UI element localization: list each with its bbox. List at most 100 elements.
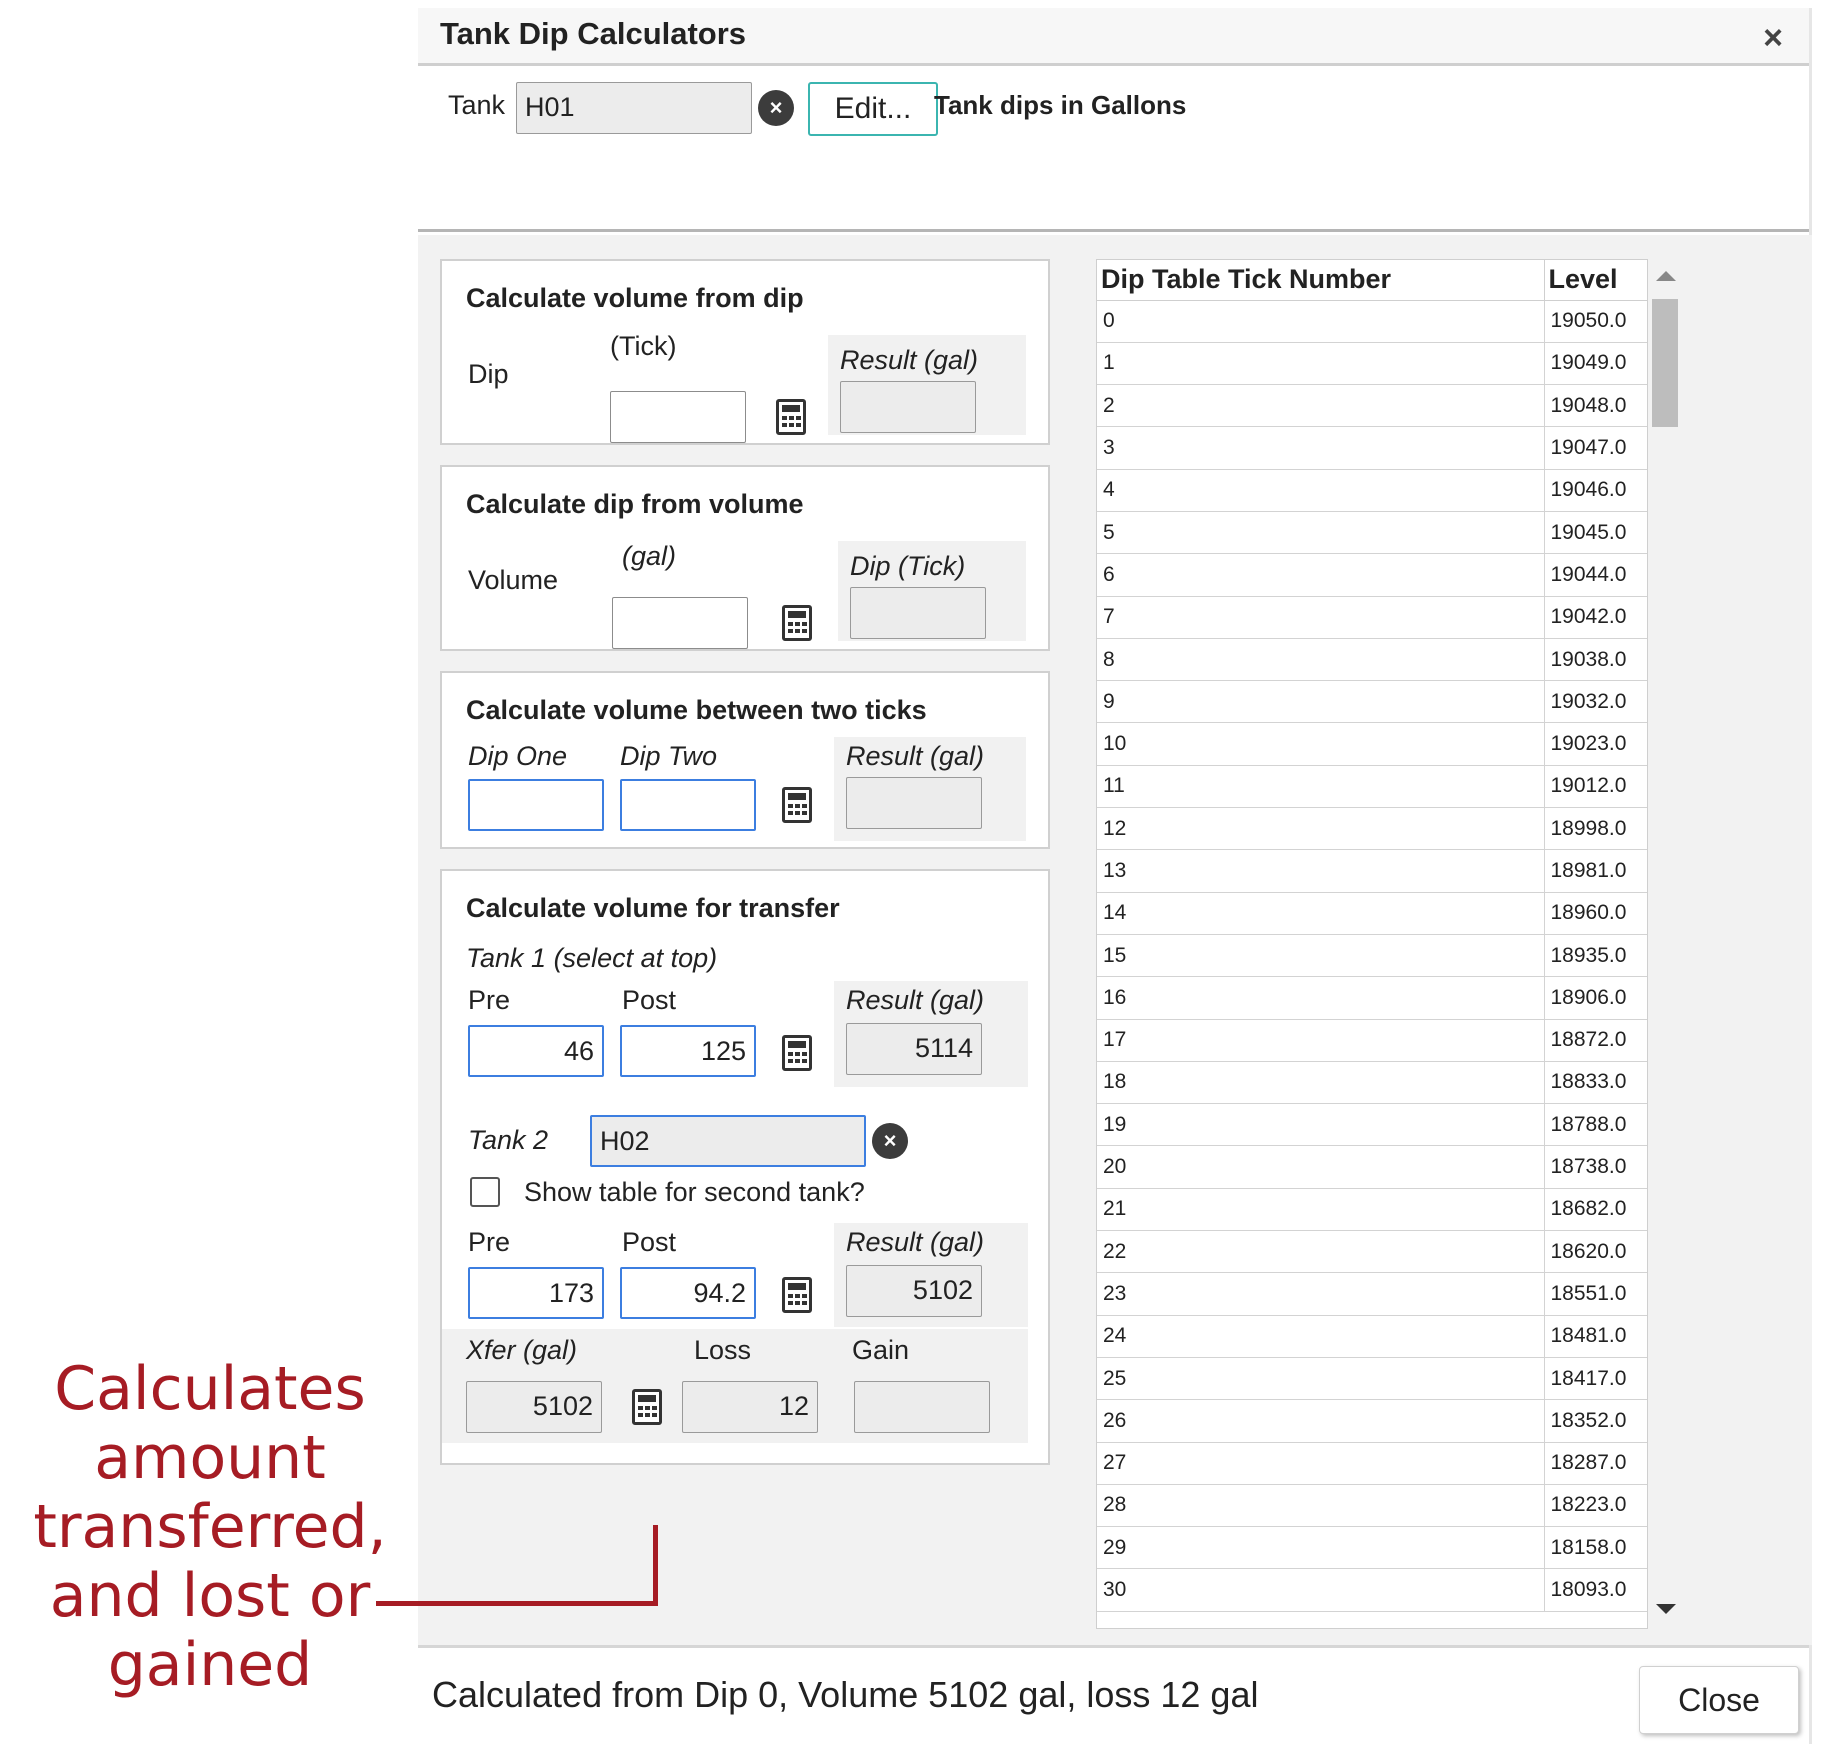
level-cell: 18788.0 — [1544, 1103, 1647, 1147]
tank2-pre-input[interactable]: 173 — [468, 1267, 604, 1319]
close-icon[interactable]: × — [1753, 18, 1793, 58]
tick-number-cell: 23 — [1097, 1272, 1545, 1316]
table-row[interactable]: 26 18352.0 — [1097, 1399, 1647, 1443]
table-row[interactable]: 28 18223.0 — [1097, 1484, 1647, 1528]
table-row[interactable]: 30 18093.0 — [1097, 1568, 1647, 1612]
dip-two-input[interactable] — [620, 779, 756, 831]
show-second-table-checkbox[interactable] — [470, 1177, 500, 1207]
table-row[interactable]: 23 18551.0 — [1097, 1272, 1647, 1316]
calculators-pane: Calculate volume from dip Dip (Tick) Res… — [418, 235, 1072, 1645]
tick-number-cell: 21 — [1097, 1188, 1545, 1232]
dip-label: Dip — [468, 359, 509, 389]
result-area: Dip (Tick) — [838, 541, 1026, 641]
calculator-icon[interactable] — [776, 399, 806, 435]
annotation-line: Calculates — [54, 1354, 366, 1424]
table-row[interactable]: 24 18481.0 — [1097, 1315, 1647, 1358]
tank1-post-input[interactable]: 125 — [620, 1025, 756, 1077]
table-row[interactable]: 27 18287.0 — [1097, 1442, 1647, 1485]
table-row[interactable]: 7 19042.0 — [1097, 596, 1647, 639]
close-button[interactable]: Close — [1639, 1666, 1799, 1734]
table-row[interactable]: 2 19048.0 — [1097, 384, 1647, 428]
table-row[interactable]: 5 19045.0 — [1097, 511, 1647, 555]
calculator-icon[interactable] — [782, 1035, 812, 1071]
level-cell: 19012.0 — [1544, 765, 1647, 809]
level-cell: 18960.0 — [1544, 892, 1647, 935]
volume-input[interactable] — [612, 597, 748, 649]
table-row[interactable]: 11 19012.0 — [1097, 765, 1647, 809]
table-row[interactable]: 3 19047.0 — [1097, 426, 1647, 470]
tank1-pre-input[interactable]: 46 — [468, 1025, 604, 1077]
table-row[interactable]: 17 18872.0 — [1097, 1019, 1647, 1062]
tick-number-cell: 14 — [1097, 892, 1545, 935]
scroll-down-arrow-icon[interactable] — [1656, 1604, 1676, 1614]
calculator-icon[interactable] — [782, 605, 812, 641]
table-row[interactable]: 10 19023.0 — [1097, 722, 1647, 766]
table-row[interactable]: 6 19044.0 — [1097, 553, 1647, 597]
calculator-icon[interactable] — [782, 787, 812, 823]
table-row[interactable]: 13 18981.0 — [1097, 849, 1647, 893]
column-header-level[interactable]: Level — [1544, 260, 1647, 301]
tick-number-cell: 11 — [1097, 765, 1545, 809]
calculator-icon[interactable] — [782, 1277, 812, 1313]
clear-tank2-icon[interactable]: × — [872, 1123, 908, 1159]
table-row[interactable]: 9 19032.0 — [1097, 680, 1647, 724]
tick-number-cell: 13 — [1097, 849, 1545, 893]
table-row[interactable]: 8 19038.0 — [1097, 638, 1647, 682]
dip-input[interactable] — [610, 391, 746, 443]
table-row[interactable]: 1 19049.0 — [1097, 342, 1647, 386]
calculator-icon[interactable] — [632, 1389, 662, 1425]
tank2-label: Tank 2 — [468, 1125, 549, 1155]
dip-table-container: Dip Table Tick Number Level 0 19050.0 1 190… — [1096, 259, 1648, 1629]
tank2-input[interactable]: H02 — [590, 1115, 866, 1167]
table-row[interactable]: 15 18935.0 — [1097, 934, 1647, 978]
level-cell: 18481.0 — [1544, 1315, 1647, 1358]
level-cell: 19048.0 — [1544, 384, 1647, 428]
table-row[interactable]: 0 19050.0 — [1097, 300, 1647, 343]
tank-input[interactable]: H01 — [516, 82, 752, 134]
annotation-callout-text: Calculates amount transferred, and lost … — [20, 1355, 400, 1700]
units-note: Tank dips in Gallons — [934, 90, 1187, 120]
level-cell: 19047.0 — [1544, 426, 1647, 470]
table-row[interactable]: 22 18620.0 — [1097, 1230, 1647, 1274]
tank-label: Tank — [448, 90, 506, 120]
tank2-result-output: 5102 — [846, 1265, 982, 1317]
tank1-label: Tank 1 (select at top) — [466, 943, 718, 973]
xfer-output: 5102 — [466, 1381, 602, 1433]
result-label: Result (gal) — [840, 345, 979, 375]
edit-button[interactable]: Edit... — [808, 82, 938, 136]
panel-title: Calculate volume from dip — [466, 283, 804, 313]
level-cell: 19046.0 — [1544, 469, 1647, 512]
scroll-up-arrow-icon[interactable] — [1656, 271, 1676, 281]
level-cell: 18417.0 — [1544, 1357, 1647, 1401]
clear-tank-icon[interactable]: × — [758, 90, 794, 126]
level-cell: 18551.0 — [1544, 1272, 1647, 1316]
table-row[interactable]: 4 19046.0 — [1097, 469, 1647, 512]
tick-number-cell: 12 — [1097, 807, 1545, 851]
panel-volume-for-transfer: Calculate volume for transfer Tank 1 (se… — [440, 869, 1050, 1465]
dip-one-label: Dip One — [468, 741, 568, 771]
column-header-tick[interactable]: Dip Table Tick Number — [1097, 260, 1545, 301]
result-area: Result (gal) 5114 — [834, 981, 1028, 1087]
tick-number-cell: 7 — [1097, 596, 1545, 639]
tick-number-cell: 17 — [1097, 1019, 1545, 1062]
table-row[interactable]: 29 18158.0 — [1097, 1526, 1647, 1570]
scroll-thumb[interactable] — [1652, 299, 1678, 427]
table-row[interactable]: 16 18906.0 — [1097, 976, 1647, 1020]
table-row[interactable]: 18 18833.0 — [1097, 1061, 1647, 1105]
table-row[interactable]: 25 18417.0 — [1097, 1357, 1647, 1401]
table-scrollbar[interactable] — [1648, 259, 1682, 1629]
tick-unit-label: (Tick) — [610, 331, 677, 361]
table-row[interactable]: 14 18960.0 — [1097, 892, 1647, 935]
loss-label: Loss — [694, 1335, 752, 1365]
tank2-post-input[interactable]: 94.2 — [620, 1267, 756, 1319]
table-row[interactable]: 12 18998.0 — [1097, 807, 1647, 851]
dialog-footer: Calculated from Dip 0, Volume 5102 gal, … — [418, 1645, 1809, 1744]
table-row[interactable]: 21 18682.0 — [1097, 1188, 1647, 1232]
tick-number-cell: 22 — [1097, 1230, 1545, 1274]
level-cell: 18352.0 — [1544, 1399, 1647, 1443]
table-row[interactable]: 19 18788.0 — [1097, 1103, 1647, 1147]
result-label: Result (gal) — [846, 741, 985, 771]
tick-number-cell: 2 — [1097, 384, 1545, 428]
table-row[interactable]: 20 18738.0 — [1097, 1145, 1647, 1189]
dip-one-input[interactable] — [468, 779, 604, 831]
